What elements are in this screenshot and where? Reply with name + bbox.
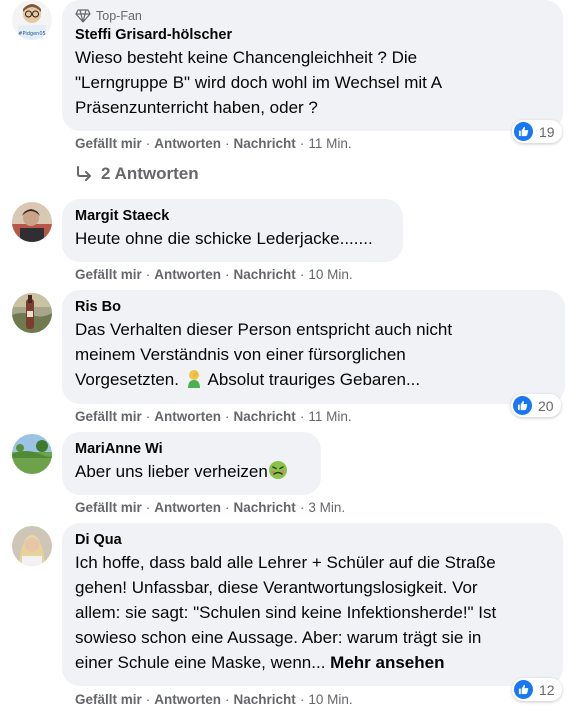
comment-bubble: Ris Bo Das Verhalten dieser Person entsp… — [62, 290, 565, 404]
author-name[interactable]: Margit Staeck — [75, 207, 391, 226]
separator: · — [145, 267, 151, 282]
reply-action[interactable]: Antworten — [154, 409, 221, 424]
reply-action[interactable]: Antworten — [154, 267, 221, 282]
separator: · — [299, 267, 305, 282]
reaction-number: 12 — [539, 681, 555, 698]
text-segment: Absolut trauriges Gebaren... — [207, 370, 421, 389]
message-action[interactable]: Nachricht — [234, 500, 296, 515]
reaction-count[interactable]: 20 — [511, 394, 561, 417]
reply-arrow-icon — [77, 166, 91, 181]
comment-actions: Gefällt mir · Antworten · Nachricht · 3 Min. — [75, 499, 345, 517]
comment-actions: Gefällt mir · Antworten · Nachricht · 11 Min. — [75, 408, 352, 426]
author-name[interactable]: Di Qua — [75, 531, 551, 550]
separator: · — [145, 500, 151, 515]
comment-actions: Gefällt mir · Antworten · Nachricht · 10 Min. — [75, 266, 353, 284]
message-action[interactable]: Nachricht — [234, 267, 296, 282]
text-line: Wieso besteht keine Chancengleichheit ? … — [75, 48, 418, 67]
separator: · — [145, 409, 151, 424]
separator: · — [225, 500, 230, 515]
text-segment: einer Schule eine Maske, wenn... — [75, 653, 326, 672]
avatar-ris[interactable] — [12, 293, 52, 333]
comment-text: Aber uns lieber verheizen — [75, 459, 309, 487]
like-action[interactable]: Gefällt mir — [75, 500, 142, 515]
thumbs-up-icon — [514, 122, 533, 141]
badge-label: Top-Fan — [96, 9, 142, 23]
avatar-steffi[interactable]: #Pidgen05 — [12, 0, 52, 40]
timestamp[interactable]: 10 Min. — [308, 267, 352, 282]
replies-label: 2 Antworten — [101, 164, 199, 183]
text-line: allem: sie sagt: "Schulen sind keine Inf… — [75, 603, 497, 622]
separator: · — [225, 692, 230, 707]
timestamp[interactable]: 11 Min. — [308, 136, 351, 151]
separator: · — [299, 409, 305, 424]
diamond-icon — [75, 9, 91, 23]
text-segment: Aber uns lieber verheizen — [75, 462, 268, 481]
avatar-margit[interactable] — [12, 202, 52, 242]
see-more-link[interactable]: Mehr ansehen — [330, 653, 444, 672]
facepalm-emoji — [184, 368, 204, 395]
separator: · — [299, 692, 305, 707]
text-line: Vorgesetzten. Absolut trauriges Gebaren.… — [75, 367, 553, 395]
author-name[interactable]: MariAnne Wi — [75, 440, 309, 459]
reaction-number: 19 — [539, 123, 555, 140]
comment-actions: Gefällt mir · Antworten · Nachricht · 10 Min. — [75, 691, 353, 709]
separator: · — [225, 267, 230, 282]
like-action[interactable]: Gefällt mir — [75, 267, 142, 282]
comment-bubble: Top-Fan Steffi Grisard-hölscher Wieso be… — [62, 0, 563, 131]
avatar-caption: #Pidgen05 — [18, 31, 45, 37]
like-action[interactable]: Gefällt mir — [75, 409, 142, 424]
like-action[interactable]: Gefällt mir — [75, 692, 142, 707]
reply-action[interactable]: Antworten — [154, 500, 221, 515]
like-action[interactable]: Gefällt mir — [75, 136, 142, 151]
top-fan-badge[interactable]: Top-Fan — [75, 8, 551, 24]
thumbs-up-icon — [513, 396, 532, 415]
comment-text: Das Verhalten dieser Person entspricht a… — [75, 317, 553, 395]
timestamp[interactable]: 11 Min. — [308, 409, 351, 424]
timestamp[interactable]: 10 Min. — [308, 692, 352, 707]
reaction-count[interactable]: 19 — [512, 120, 562, 143]
message-action[interactable]: Nachricht — [234, 692, 296, 707]
nauseated-emoji — [268, 460, 288, 487]
thumbs-up-icon — [514, 680, 533, 699]
text-line: "Lerngruppe B" wird doch wohl im Wechsel… — [75, 73, 443, 92]
avatar-marianne[interactable] — [12, 434, 52, 474]
comment-bubble: MariAnne Wi Aber uns lieber verheizen — [62, 432, 321, 495]
comment-text: Heute ohne die schicke Lederjacke....... — [75, 226, 391, 251]
comment-bubble: Di Qua Ich hoffe, dass bald alle Lehrer … — [62, 523, 563, 686]
separator: · — [225, 409, 230, 424]
text-line: sowieso schon eine Aussage. Aber: warum … — [75, 628, 482, 647]
text-line: meinem Verständnis von einer fürsorglich… — [75, 345, 406, 364]
avatar-di[interactable] — [12, 526, 52, 566]
separator: · — [225, 136, 230, 151]
comment-text: Ich hoffe, dass bald alle Lehrer + Schül… — [75, 550, 551, 675]
separator: · — [145, 692, 151, 707]
text-line: gehen! Unfassbar, diese Verantwortungslo… — [75, 578, 478, 597]
view-replies[interactable]: 2 Antworten — [75, 164, 199, 184]
author-name[interactable]: Ris Bo — [75, 298, 553, 317]
comment-text: Wieso besteht keine Chancengleichheit ? … — [75, 45, 551, 120]
comment-actions: Gefällt mir · Antworten · Nachricht · 11 Min. — [75, 135, 352, 153]
comment-bubble: Margit Staeck Heute ohne die schicke Led… — [62, 199, 403, 262]
text-line: Ich hoffe, dass bald alle Lehrer + Schül… — [75, 553, 496, 572]
reaction-count[interactable]: 12 — [512, 678, 562, 701]
separator: · — [299, 136, 305, 151]
text-line: Heute ohne die schicke Lederjacke....... — [75, 229, 373, 248]
reply-action[interactable]: Antworten — [154, 692, 221, 707]
reply-action[interactable]: Antworten — [154, 136, 221, 151]
message-action[interactable]: Nachricht — [234, 409, 296, 424]
text-line: Das Verhalten dieser Person entspricht a… — [75, 320, 453, 339]
message-action[interactable]: Nachricht — [234, 136, 296, 151]
separator: · — [145, 136, 151, 151]
timestamp[interactable]: 3 Min. — [308, 500, 345, 515]
text-line: einer Schule eine Maske, wenn... Mehr an… — [75, 650, 551, 675]
reaction-number: 20 — [538, 397, 554, 414]
text-line: Präsenzunterricht haben, oder ? — [75, 98, 318, 117]
author-name[interactable]: Steffi Grisard-hölscher — [75, 26, 551, 45]
text-segment: Vorgesetzten. — [75, 370, 179, 389]
separator: · — [299, 500, 305, 515]
